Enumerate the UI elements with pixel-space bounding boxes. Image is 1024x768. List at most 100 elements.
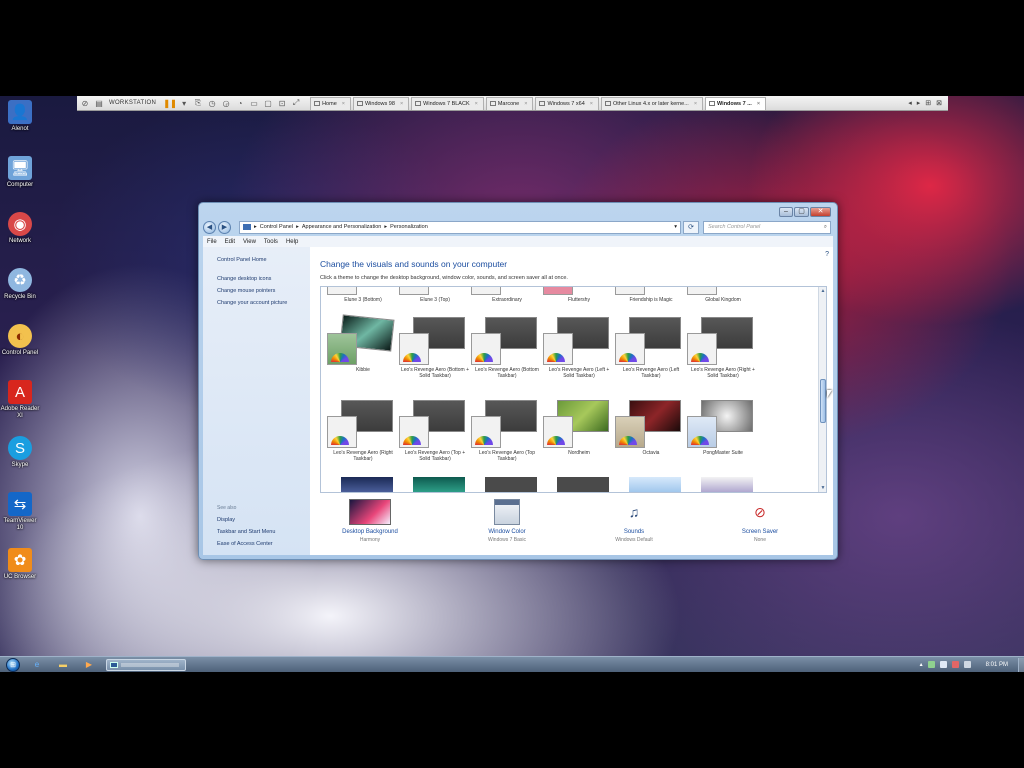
snapshot-icon[interactable]: ◷ [206,98,218,109]
control-panel-home-link[interactable]: Control Panel Home [217,257,267,263]
screen-saver-option[interactable]: ⊘ Screen Saver None [710,499,810,544]
menu-tools[interactable]: Tools [264,239,278,245]
theme-item[interactable]: Friendship is Magic [615,287,687,303]
vm-tab-home[interactable]: Home × [310,96,351,110]
desktop-background-option[interactable]: Desktop Background Harmony [320,499,420,543]
show-desktop-button[interactable] [1018,657,1024,672]
folder-icon[interactable]: ▬ [54,659,72,671]
change-desktop-icons-link[interactable]: Change desktop icons [217,276,271,282]
theme-item-partial[interactable] [701,477,753,492]
desktop-icon-control-panel[interactable]: ◐ Control Panel [0,324,40,357]
tray-expand-icon[interactable]: ▴ [920,661,923,668]
start-button[interactable]: ⊞ [6,657,20,672]
close-icon[interactable]: × [524,101,527,107]
desktop-icon-user[interactable]: 👤 Alenot [0,100,40,133]
theme-item[interactable]: Elune 3 (Bottom) [327,287,399,303]
sounds-option[interactable]: ♫ Sounds Windows Default [584,499,684,543]
console-view-icon[interactable]: ⊡ [276,98,288,109]
revert-snapshot-icon[interactable]: ◶ [220,98,232,109]
internet-explorer-icon[interactable]: e [28,659,46,671]
display-link[interactable]: Display [217,517,235,523]
desktop-icon-network[interactable]: ◉ Network [0,212,40,245]
snapshot-manager-icon[interactable]: ◔ [234,98,246,109]
desktop-icon-recycle-bin[interactable]: ♻ Recycle Bin [0,268,40,301]
close-icon[interactable]: × [590,101,593,107]
refresh-button[interactable]: ⟳ [683,220,699,234]
theme-item-partial[interactable] [413,477,465,492]
scroll-up-icon[interactable]: ▲ [819,287,826,295]
help-icon[interactable]: ? [825,251,829,258]
desktop-icon-uc-browser[interactable]: ✿ UC Browser [0,548,40,581]
clock[interactable]: 8:01 PM [986,662,1008,668]
vm-tab-windows98[interactable]: Windows 98 × [352,96,410,110]
window-color-option[interactable]: Window Color Windows 7 Basic [457,499,557,543]
full-screen-icon[interactable]: ▭ [248,98,260,109]
breadcrumb-control-panel[interactable]: Control Panel [260,224,293,230]
address-bar[interactable]: ▸ Control Panel ▸ Appearance and Persona… [239,220,681,234]
breadcrumb-personalization[interactable]: Personalization [390,224,428,230]
theme-item[interactable]: Leo's Revenge Aero (Top + Solid Taskbar) [399,400,471,462]
theme-item[interactable]: Leo's Revenge Aero (Top Taskbar) [471,400,543,462]
search-input[interactable]: Search Control Panel ⌕ [703,220,831,234]
dropdown-icon[interactable]: ▾ [178,98,190,109]
network-tray-icon[interactable] [939,661,947,668]
theme-item[interactable]: Elune 3 (Top) [399,287,471,303]
action-center-icon[interactable] [927,661,935,668]
theme-item[interactable]: Leo's Revenge Aero (Left + Solid Taskbar… [543,317,615,379]
back-button[interactable]: ◀ [203,220,216,234]
desktop-icon-teamviewer[interactable]: ⇆ TeamViewer 10 [0,492,40,532]
close-button[interactable]: ✕ [810,207,831,217]
vm-tab-windows7-x64[interactable]: Windows 7 x64 × [535,96,599,110]
ease-of-access-link[interactable]: Ease of Access Center [217,541,273,547]
menu-edit[interactable]: Edit [225,239,235,245]
volume-icon[interactable] [963,661,971,668]
unity-icon[interactable]: ▢ [262,98,274,109]
minimize-button[interactable]: – [779,207,793,217]
address-dropdown-icon[interactable]: ▾ [674,224,677,230]
desktop-icon-skype[interactable]: S Skype [0,436,40,469]
theme-item[interactable]: Global Kingdom [687,287,759,303]
vm-tab-windows7-black[interactable]: Windows 7 BLACK × [411,96,484,110]
vm-tab-other-linux[interactable]: Other Linux 4.x or later kerne... × [600,96,704,110]
theme-item[interactable]: Kibbie [327,314,399,373]
close-tab-icon[interactable]: ⊠ [936,99,942,107]
theme-item[interactable]: PongMaster Suite [687,400,759,456]
theme-list-scrollbar[interactable]: ▲ ▼ [818,287,826,492]
scrollbar-thumb[interactable] [820,379,826,423]
theme-item[interactable]: Leo's Revenge Aero (Bottom + Solid Taskb… [399,317,471,379]
vm-tab-marcone[interactable]: Marcone × [485,96,534,110]
close-icon[interactable]: × [342,101,345,107]
pin-icon[interactable]: ⊘ [79,98,91,109]
change-mouse-pointers-link[interactable]: Change mouse pointers [217,288,275,294]
tab-scroll-right-icon[interactable]: ▸ [917,99,921,107]
media-player-icon[interactable]: ▶ [80,659,98,671]
theme-item-partial[interactable] [341,477,393,492]
theme-item[interactable]: Octavia [615,400,687,456]
vm-tab-windows7-active[interactable]: Windows 7 ... × [705,96,767,110]
tab-list-icon[interactable]: ⊞ [925,99,931,107]
menu-view[interactable]: View [243,239,256,245]
desktop-icon-computer[interactable]: 🖥 Computer [0,156,40,189]
close-icon[interactable]: × [475,101,478,107]
theme-item[interactable]: Leo's Revenge Aero (Bottom Taskbar) [471,317,543,379]
vm-menu-icon[interactable]: ▤ [93,98,105,109]
theme-item-partial[interactable] [485,477,537,492]
close-icon[interactable]: × [400,101,403,107]
theme-item[interactable]: Nordheim [543,400,615,456]
security-icon[interactable] [951,661,959,668]
desktop-icon-adobe-reader[interactable]: A Adobe Reader XI [0,380,40,420]
change-account-picture-link[interactable]: Change your account picture [217,300,287,306]
tab-scroll-left-icon[interactable]: ◂ [908,99,912,107]
scroll-down-icon[interactable]: ▼ [819,484,826,492]
theme-item[interactable]: Fluttershy [543,287,615,303]
theme-item[interactable]: Leo's Revenge Aero (Left Taskbar) [615,317,687,379]
maximize-button[interactable]: ▢ [794,207,809,217]
close-icon[interactable]: × [694,101,697,107]
theme-item-partial[interactable] [557,477,609,492]
pause-icon[interactable]: ❚❚ [163,98,176,109]
theme-item[interactable]: Extraordinary [471,287,543,303]
taskbar-start-menu-link[interactable]: Taskbar and Start Menu [217,529,275,535]
theme-item[interactable]: Leo's Revenge Aero (Right Taskbar) [327,400,399,462]
close-icon[interactable]: × [757,101,760,107]
menu-file[interactable]: File [207,239,217,245]
